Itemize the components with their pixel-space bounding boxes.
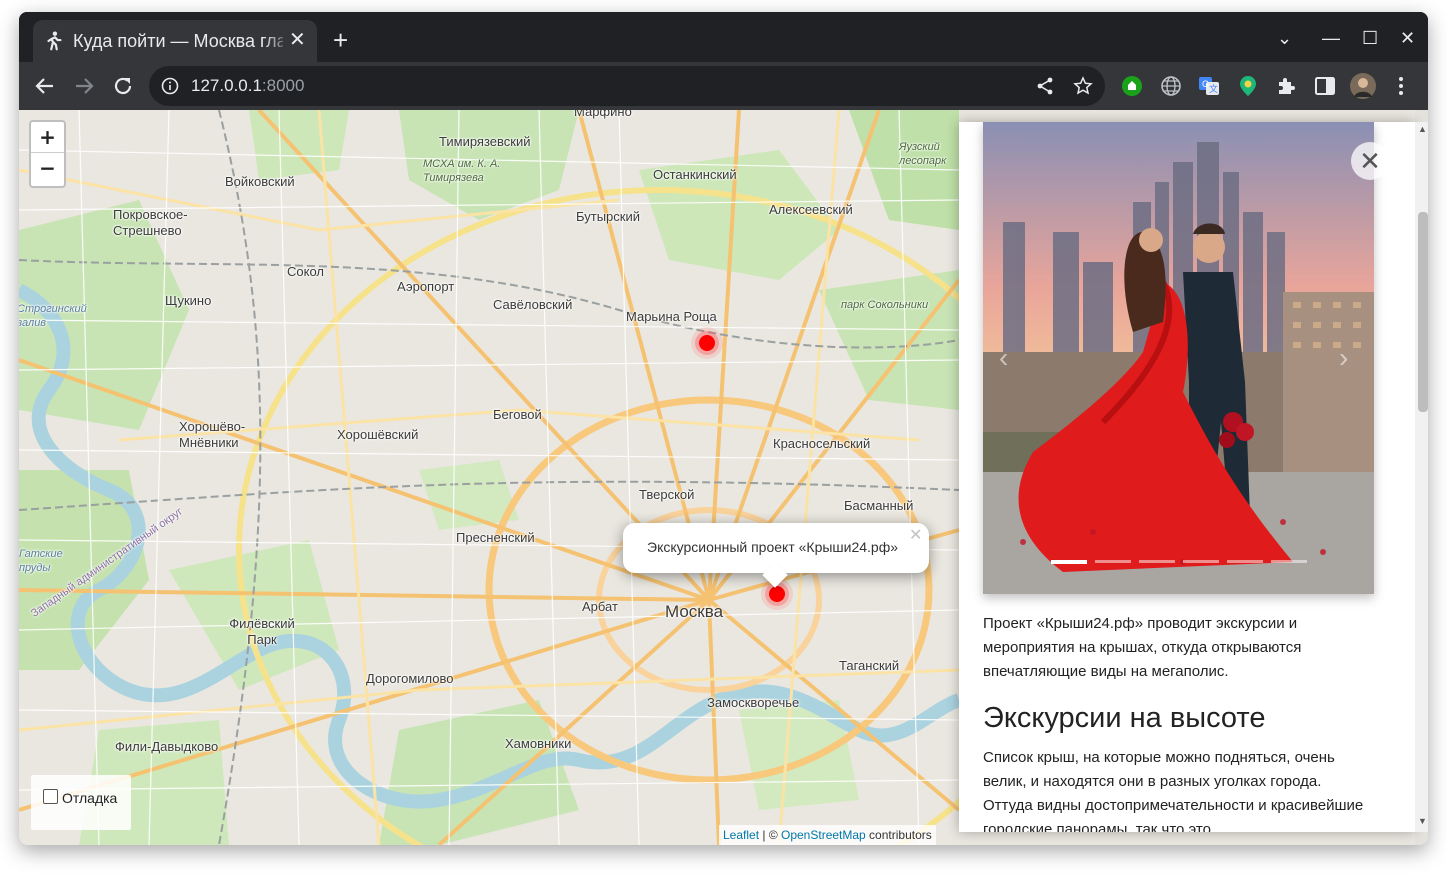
map-label: Хамовники bbox=[505, 736, 572, 751]
place-details-panel: ‹ › ✕ Проект «Крыши24.рф» проводит экску… bbox=[959, 122, 1415, 832]
map-label: Фили-Давыдково bbox=[115, 739, 219, 754]
map-label: Хорошёво-Мнёвники bbox=[179, 419, 246, 450]
puzzle-icon[interactable] bbox=[1274, 74, 1298, 98]
debug-control: Отладка bbox=[31, 775, 131, 830]
map-label: Тверской bbox=[639, 487, 695, 502]
url-text: 127.0.0.1:8000 bbox=[191, 76, 305, 95]
tab-active[interactable]: Куда пойти — Москва глазами Артёма ✕ bbox=[33, 20, 317, 62]
panel-scrollbar[interactable]: ▲ ▼ bbox=[1415, 122, 1428, 832]
extension-green-icon[interactable] bbox=[1120, 74, 1144, 98]
map-label: Аэропорт bbox=[397, 279, 455, 294]
share-icon[interactable] bbox=[1035, 76, 1055, 96]
map-label: Москва bbox=[665, 602, 724, 621]
zoom-control: + − bbox=[29, 120, 66, 188]
carousel-dot[interactable] bbox=[1271, 560, 1307, 563]
info-icon[interactable] bbox=[161, 77, 179, 95]
carousel-prev-icon[interactable]: ‹ bbox=[999, 342, 1008, 374]
carousel-next-icon[interactable]: › bbox=[1339, 342, 1348, 374]
back-icon[interactable] bbox=[31, 72, 59, 100]
close-window-button[interactable]: ✕ bbox=[1400, 26, 1415, 50]
avatar[interactable] bbox=[1349, 72, 1377, 100]
carousel-dot[interactable] bbox=[1051, 560, 1087, 564]
maximize-button[interactable]: ☐ bbox=[1362, 26, 1378, 50]
map-label: Гатские пруды bbox=[19, 548, 63, 574]
carousel-indicators bbox=[1051, 560, 1311, 564]
reload-icon[interactable] bbox=[109, 72, 137, 100]
svg-text:G: G bbox=[1202, 79, 1209, 89]
popup-close-icon[interactable]: ✕ bbox=[909, 525, 922, 545]
map-label: Марфино bbox=[574, 110, 632, 119]
map-label: Войковский bbox=[225, 174, 295, 189]
map-label: Останкинский bbox=[653, 167, 737, 182]
carousel-dot[interactable] bbox=[1095, 560, 1131, 563]
new-tab-button[interactable]: + bbox=[333, 27, 348, 53]
browser-window: Куда пойти — Москва глазами Артёма ✕ + ⌄… bbox=[19, 12, 1428, 845]
scroll-thumb[interactable] bbox=[1418, 212, 1428, 412]
map-label: парк Сокольники bbox=[841, 299, 929, 311]
more-icon[interactable] bbox=[1389, 74, 1413, 98]
map-label: Алексеевский bbox=[769, 202, 853, 217]
map-label: Яузский лесопарк bbox=[899, 141, 947, 167]
map-label: Покровское-Стрешнево bbox=[113, 207, 188, 238]
section-text: Список крыш, на которые можно подняться,… bbox=[983, 749, 1364, 832]
map-label: Сокол bbox=[287, 264, 324, 279]
leaflet-link[interactable]: Leaflet bbox=[723, 828, 759, 842]
panel-close-icon[interactable]: ✕ bbox=[1351, 142, 1389, 180]
translate-icon[interactable]: G 文 bbox=[1197, 74, 1221, 98]
map-label: Филёвский Парк bbox=[229, 616, 295, 647]
map-label: Дорогомилово bbox=[366, 671, 454, 686]
popup-text: Экскурсионный проект «Крыши24.рф» bbox=[647, 539, 899, 555]
map-label: Беговой bbox=[493, 407, 542, 422]
map-label: Бутырский bbox=[576, 209, 640, 224]
scroll-up-icon[interactable]: ▲ bbox=[1418, 124, 1427, 134]
zoom-in-button[interactable]: + bbox=[31, 122, 64, 153]
map-label: Марьина Роща bbox=[626, 309, 717, 324]
tab-bar: Куда пойти — Москва глазами Артёма ✕ + ⌄… bbox=[19, 12, 1428, 62]
map-label: Арбат bbox=[582, 599, 618, 614]
globe-icon[interactable] bbox=[1159, 74, 1183, 98]
section-heading: Экскурсии на высоте bbox=[983, 702, 1266, 734]
page-viewport: Марфино Тимирязевский МСХА им. К. А. Тим… bbox=[19, 110, 1428, 845]
scroll-down-icon[interactable]: ▼ bbox=[1418, 816, 1427, 826]
map-label: Щукино bbox=[165, 293, 212, 308]
star-icon[interactable] bbox=[1073, 76, 1093, 96]
map-label: МСХА им. К. А. Тимирязева bbox=[423, 158, 501, 184]
minimize-button[interactable]: — bbox=[1322, 26, 1340, 50]
forward-icon[interactable] bbox=[70, 72, 98, 100]
address-bar[interactable]: 127.0.0.1:8000 bbox=[149, 66, 1105, 106]
zoom-out-button[interactable]: − bbox=[31, 153, 64, 183]
map-label: Пресненский bbox=[456, 530, 535, 545]
svg-text:文: 文 bbox=[1209, 83, 1218, 94]
map-marker[interactable] bbox=[699, 335, 715, 351]
map-popup: Экскурсионный проект «Крыши24.рф» ✕ bbox=[623, 523, 929, 588]
carousel-dot[interactable] bbox=[1227, 560, 1263, 563]
map-label: Хорошёвский bbox=[337, 427, 419, 442]
tab-title: Куда пойти — Москва глазами Артёма bbox=[73, 31, 283, 51]
map-label: Тимирязевский bbox=[439, 134, 531, 149]
carousel-dot[interactable] bbox=[1139, 560, 1175, 563]
map-label: Таганский bbox=[839, 658, 900, 673]
browser-toolbar: 127.0.0.1:8000 G 文 bbox=[19, 62, 1428, 110]
map-attribution: Leaflet | © OpenStreetMap contributors bbox=[719, 825, 936, 845]
map-marker-selected[interactable] bbox=[769, 586, 785, 602]
map-label: Басманный bbox=[844, 498, 914, 513]
tab-search-button[interactable]: ⌄ bbox=[1277, 26, 1292, 50]
map-label: Красносельский bbox=[773, 436, 871, 451]
map-label: Строгинский залив bbox=[19, 303, 87, 329]
debug-label: Отладка bbox=[62, 790, 118, 806]
sidepanel-icon[interactable] bbox=[1313, 74, 1337, 98]
walking-person-icon bbox=[47, 31, 62, 51]
map-label: Замоскворечье bbox=[707, 695, 800, 710]
place-description: Проект «Крыши24.рф» проводит экскурсии и… bbox=[983, 615, 1302, 680]
carousel-dot[interactable] bbox=[1183, 560, 1219, 563]
tab-close-icon[interactable]: ✕ bbox=[289, 28, 306, 52]
map-label: Савёловский bbox=[493, 297, 573, 312]
place-photo bbox=[983, 122, 1374, 594]
extension-map-icon[interactable] bbox=[1236, 74, 1260, 98]
osm-link[interactable]: OpenStreetMap bbox=[781, 828, 866, 842]
debug-checkbox[interactable] bbox=[43, 789, 58, 804]
